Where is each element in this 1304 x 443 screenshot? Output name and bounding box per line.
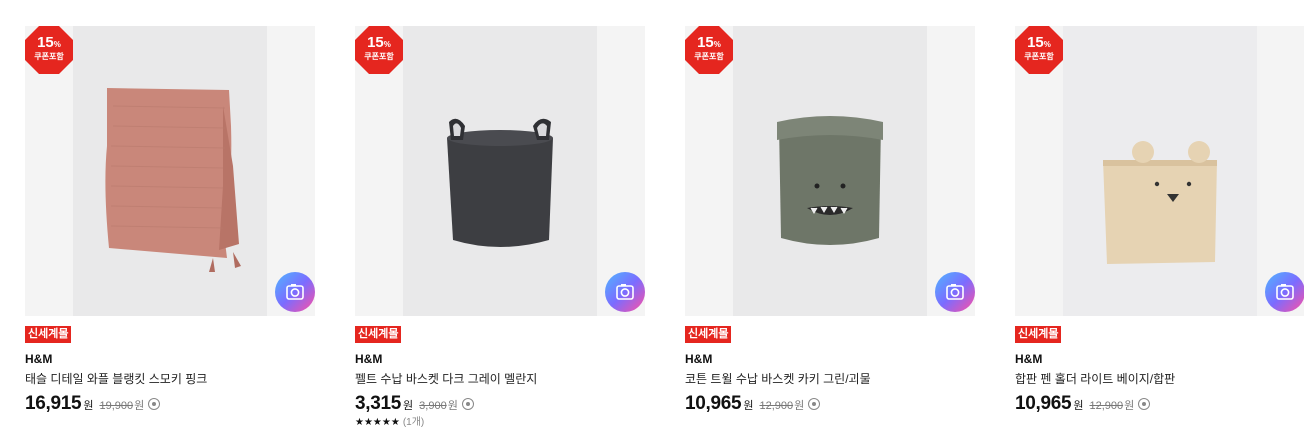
coupon-label: 쿠폰포함 bbox=[694, 52, 724, 61]
product-brand: H&M bbox=[685, 352, 713, 366]
sale-price-unit: 원 bbox=[403, 400, 414, 412]
product-image[interactable] bbox=[733, 26, 927, 316]
original-price-unit: 원 bbox=[447, 400, 458, 412]
image-search-button[interactable] bbox=[935, 272, 975, 312]
product-brand: H&M bbox=[1015, 352, 1043, 366]
discount-percent: 15% bbox=[37, 34, 61, 51]
discount-percent: 15% bbox=[697, 34, 721, 51]
image-search-button[interactable] bbox=[275, 272, 315, 312]
product-image[interactable] bbox=[403, 26, 597, 316]
product-card[interactable]: 15% 쿠폰포함 bbox=[25, 26, 315, 415]
sale-price: 3,315 bbox=[355, 393, 402, 414]
info-circle-icon[interactable] bbox=[1138, 398, 1151, 410]
product-brand: H&M bbox=[25, 352, 53, 366]
product-image[interactable] bbox=[1063, 26, 1257, 316]
product-card[interactable]: 15% 쿠폰포함 bbox=[1015, 26, 1304, 415]
discount-percent: 15% bbox=[1027, 34, 1051, 51]
price-row: 3,315 원 3,900 원 bbox=[355, 393, 645, 415]
review-count: (1개) bbox=[402, 417, 425, 428]
discount-badge: 15% 쿠폰포함 bbox=[355, 26, 403, 74]
image-search-button[interactable] bbox=[605, 272, 645, 312]
store-tag: 신세계몰 bbox=[1015, 326, 1062, 343]
store-tag: 신세계몰 bbox=[25, 326, 72, 343]
product-thumbnail[interactable]: 15% 쿠폰포함 bbox=[355, 26, 645, 316]
original-price: 12,900 bbox=[759, 400, 794, 412]
discount-badge: 15% 쿠폰포함 bbox=[685, 26, 733, 74]
coupon-label: 쿠폰포함 bbox=[34, 52, 64, 61]
original-price: 12,900 bbox=[1089, 400, 1124, 412]
product-image[interactable] bbox=[73, 26, 267, 316]
product-thumbnail[interactable]: 15% 쿠폰포함 bbox=[25, 26, 315, 316]
product-name[interactable]: 태슬 디테일 와플 블랭킷 스모키 핑크 bbox=[25, 372, 315, 386]
discount-badge: 15% 쿠폰포함 bbox=[25, 26, 73, 74]
camera-search-icon bbox=[946, 284, 964, 300]
sale-price: 16,915 bbox=[25, 393, 82, 414]
sale-price: 10,965 bbox=[685, 393, 742, 414]
coupon-label: 쿠폰포함 bbox=[364, 52, 394, 61]
info-circle-icon[interactable] bbox=[808, 398, 821, 410]
info-circle-icon[interactable] bbox=[148, 398, 161, 410]
product-name[interactable]: 합판 펜 홀더 라이트 베이지/합판 bbox=[1015, 372, 1304, 386]
camera-search-icon bbox=[616, 284, 634, 300]
product-thumbnail[interactable]: 15% 쿠폰포함 bbox=[685, 26, 975, 316]
product-name[interactable]: 펠트 수납 바스켓 다크 그레이 멜란지 bbox=[355, 372, 645, 386]
felt-basket-icon bbox=[403, 26, 597, 316]
sale-price: 10,965 bbox=[1015, 393, 1072, 414]
khaki-monster-basket-icon bbox=[733, 26, 927, 316]
price-row: 10,965 원 12,900 원 bbox=[685, 393, 975, 415]
pink-waffle-blanket-icon bbox=[73, 26, 267, 316]
price-row: 16,915 원 19,900 원 bbox=[25, 393, 315, 415]
product-card[interactable]: 15% 쿠폰포함 bbox=[685, 26, 975, 415]
store-tag: 신세계몰 bbox=[355, 326, 402, 343]
product-card[interactable]: 15% 쿠폰포함 bbox=[355, 26, 645, 429]
product-grid: 15% 쿠폰포함 신세계몰 H&M 태슬 디테일 와플 블랭킷 스모키 핑크 1… bbox=[0, 0, 1304, 443]
original-price: 3,900 bbox=[419, 400, 447, 412]
product-brand: H&M bbox=[355, 352, 383, 366]
original-price-unit: 원 bbox=[134, 400, 145, 412]
camera-search-icon bbox=[1276, 284, 1294, 300]
bear-pen-holder-icon bbox=[1063, 26, 1257, 316]
product-thumbnail[interactable]: 15% 쿠폰포함 bbox=[1015, 26, 1304, 316]
rating-stars: ★★★★★ bbox=[355, 417, 400, 428]
rating[interactable]: ★★★★★ (1개) bbox=[355, 417, 645, 429]
discount-badge: 15% 쿠폰포함 bbox=[1015, 26, 1063, 74]
sale-price-unit: 원 bbox=[1073, 400, 1084, 412]
store-tag: 신세계몰 bbox=[685, 326, 732, 343]
info-circle-icon[interactable] bbox=[461, 398, 474, 410]
original-price: 19,900 bbox=[99, 400, 134, 412]
coupon-label: 쿠폰포함 bbox=[1024, 52, 1054, 61]
sale-price-unit: 원 bbox=[743, 400, 754, 412]
sale-price-unit: 원 bbox=[83, 400, 94, 412]
discount-percent: 15% bbox=[367, 34, 391, 51]
camera-search-icon bbox=[286, 284, 304, 300]
product-name[interactable]: 코튼 트윌 수납 바스켓 카키 그린/괴물 bbox=[685, 372, 975, 386]
image-search-button[interactable] bbox=[1265, 272, 1304, 312]
original-price-unit: 원 bbox=[794, 400, 805, 412]
original-price-unit: 원 bbox=[1124, 400, 1135, 412]
price-row: 10,965 원 12,900 원 bbox=[1015, 393, 1304, 415]
